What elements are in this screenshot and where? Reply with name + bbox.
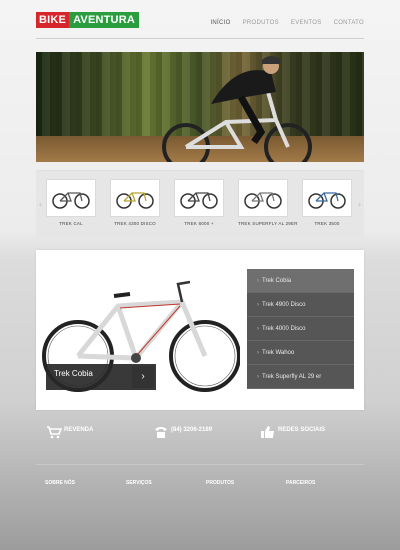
carousel-item[interactable]: TREK CAL [46, 179, 96, 231]
footer-column-title: SERVIÇOS [126, 480, 152, 486]
logo-text-aventura: AVENTURA [69, 12, 139, 28]
nav-inicio[interactable]: INÍCIO [210, 20, 230, 26]
model-list-item[interactable]: Trek Wahoo [247, 341, 354, 365]
carousel-item-label: TREK CAL [59, 221, 83, 226]
featured-title: Trek Cobia [54, 369, 93, 378]
carousel-item-label: TREK 3500 [314, 221, 340, 226]
phone-icon [153, 425, 169, 441]
nav-contato[interactable]: CONTATO [334, 20, 364, 26]
bike-thumbnail [302, 179, 352, 217]
carousel-item[interactable]: TREK 3500 [302, 179, 352, 231]
featured-caption: Trek Cobia › [46, 364, 156, 390]
carousel-item-label: TREK 4300 DISCO [114, 221, 156, 226]
header-divider [36, 38, 364, 39]
model-list-item[interactable]: Trek 4900 Disco [247, 293, 354, 317]
footer-column-title: SOBRE NÓS [45, 480, 76, 486]
bike-thumbnail [238, 179, 288, 217]
carousel-item[interactable]: TREK 6000 + [174, 179, 224, 231]
model-list-item[interactable]: Trek 4000 Disco [247, 317, 354, 341]
cart-icon [46, 425, 63, 441]
product-carousel: ‹ › TREK CAL TREK 4300 DISCO TREK 6000 +… [36, 170, 364, 238]
chevron-right-icon[interactable]: › [132, 366, 154, 388]
carousel-item-label: TREK 6000 + [184, 221, 214, 226]
footer-column: PARCEIROS [286, 480, 356, 489]
logo-text-bike: BIKE [36, 12, 70, 28]
model-list-item[interactable]: Trek Superfly AL 29 er [247, 365, 354, 389]
nav-produtos[interactable]: PRODUTOS [243, 20, 279, 26]
site-logo[interactable]: BIKE AVENTURA [36, 12, 139, 28]
carousel-prev-icon[interactable]: ‹ [39, 199, 42, 209]
footer-column: PRODUTOS [206, 480, 276, 489]
hero-banner [36, 52, 364, 162]
footer-column: SOBRE NÓS [45, 480, 115, 489]
carousel-item[interactable]: TREK 4300 DISCO [110, 179, 160, 231]
footer-column-title: PRODUTOS [206, 480, 235, 486]
footer-divider [36, 464, 364, 465]
thumbs-up-icon[interactable] [260, 425, 276, 441]
contact-title: REDES SOCIAIS [278, 427, 326, 433]
contact-title: (84) 3206-2189 [171, 427, 213, 433]
footer-column-title: PARCEIROS [286, 480, 316, 486]
carousel-next-icon[interactable]: › [358, 199, 361, 209]
bike-thumbnail [46, 179, 96, 217]
contact-strip: REVENDA (84) 3206-2189 REDES SOCIAIS [46, 425, 364, 455]
footer-column: SERVIÇOS [126, 480, 196, 489]
carousel-item-label: TREK SUPERFLY AL 29ER [238, 221, 298, 226]
contact-title: REVENDA [64, 427, 94, 433]
bike-thumbnail [110, 179, 160, 217]
featured-product-panel: Trek Cobia Trek 4900 Disco Trek 4000 Dis… [36, 250, 364, 410]
model-list-item[interactable]: Trek Cobia [247, 269, 354, 293]
main-nav: INÍCIO PRODUTOS EVENTOS CONTATO [210, 20, 364, 26]
bike-thumbnail [174, 179, 224, 217]
nav-eventos[interactable]: EVENTOS [291, 20, 322, 26]
model-list: Trek Cobia Trek 4900 Disco Trek 4000 Dis… [247, 269, 354, 389]
hero-rider-illustration [162, 56, 312, 162]
carousel-item[interactable]: TREK SUPERFLY AL 29ER [238, 179, 298, 231]
